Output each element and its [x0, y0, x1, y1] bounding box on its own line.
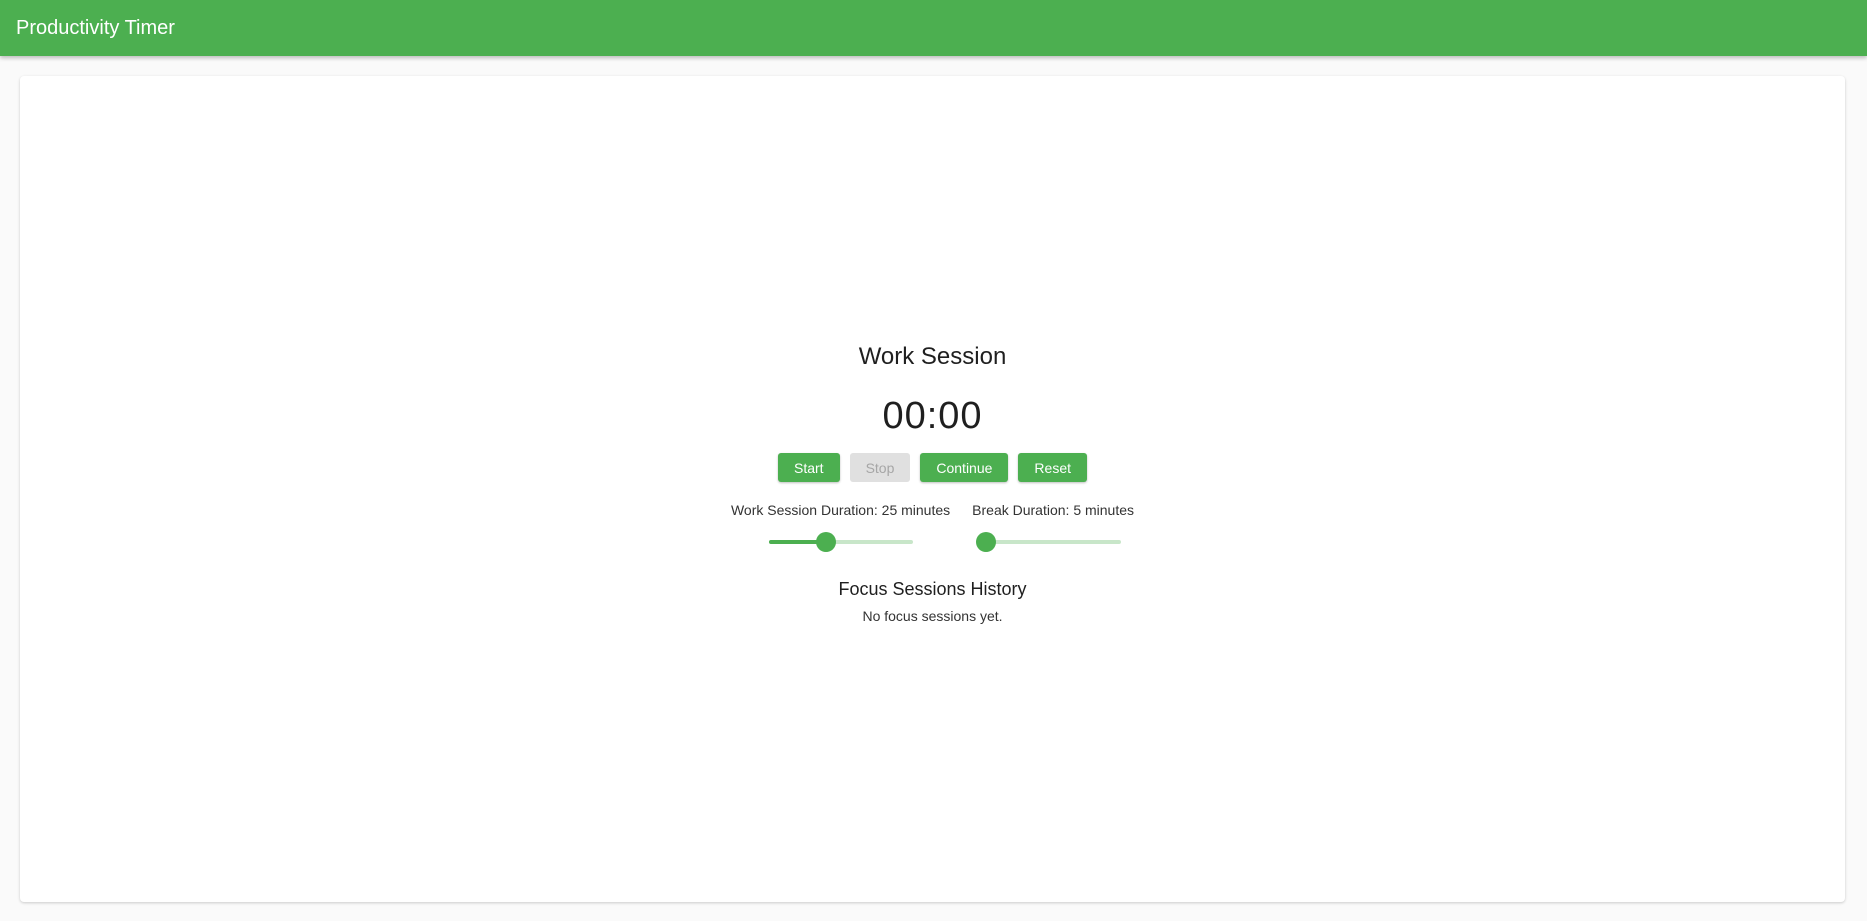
start-button[interactable]: Start — [777, 453, 840, 482]
continue-button[interactable]: Continue — [920, 453, 1009, 482]
work-duration-label: Work Session Duration: 25 minutes — [730, 502, 951, 518]
timer-panel: Work Session 00:00 Start Stop Continue R… — [20, 342, 1845, 625]
timer-display: 00:00 — [882, 395, 983, 437]
break-slider-track[interactable] — [985, 540, 1121, 544]
work-duration-slider[interactable] — [768, 532, 913, 552]
break-duration-setting: Break Duration: 5 minutes — [972, 501, 1134, 552]
break-duration-label: Break Duration: 5 minutes — [972, 502, 1135, 518]
history-empty-message: No focus sessions yet. — [862, 608, 1003, 624]
work-duration-setting: Work Session Duration: 25 minutes — [731, 501, 950, 552]
app-title: Productivity Timer — [16, 16, 175, 39]
reset-button[interactable]: Reset — [1018, 453, 1087, 482]
break-duration-slider[interactable] — [975, 532, 1121, 552]
duration-settings: Work Session Duration: 25 minutes Break … — [731, 501, 1134, 552]
timer-card: Work Session 00:00 Start Stop Continue R… — [20, 76, 1845, 902]
session-title: Work Session — [858, 343, 1007, 370]
history-title: Focus Sessions History — [838, 579, 1027, 599]
timer-controls: Start Stop Continue Reset — [777, 453, 1087, 482]
stop-button[interactable]: Stop — [849, 453, 911, 482]
app-bar: Productivity Timer — [0, 0, 1867, 56]
work-slider-thumb[interactable] — [816, 532, 837, 552]
break-slider-thumb[interactable] — [975, 532, 996, 552]
